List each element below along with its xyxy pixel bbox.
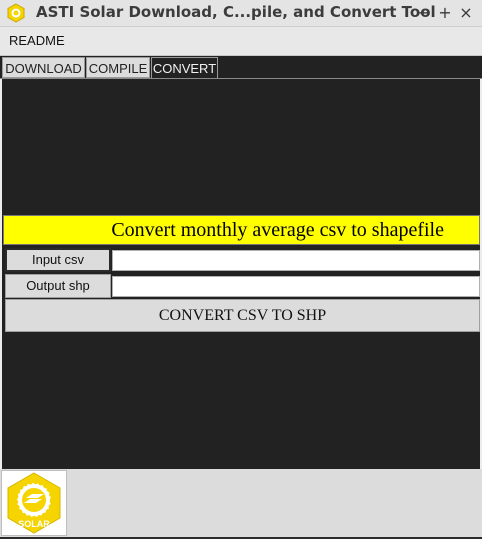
maximize-button[interactable]: +	[435, 2, 455, 24]
title-bar[interactable]: ASTI Solar Download, C...pile, and Conve…	[0, 0, 482, 27]
solar-logo-icon: SOLAR	[7, 472, 61, 534]
menu-bar: README	[0, 27, 482, 56]
window-title: ASTI Solar Download, C...pile, and Conve…	[36, 3, 436, 21]
output-shp-button[interactable]: Output shp	[5, 274, 111, 298]
tab-compile[interactable]: COMPILE	[86, 57, 150, 78]
tab-strip: DOWNLOAD COMPILE CONVERT	[0, 56, 482, 78]
tab-convert[interactable]: CONVERT	[151, 57, 218, 78]
tab-download[interactable]: DOWNLOAD	[2, 57, 85, 78]
convert-heading: Convert monthly average csv to shapefile	[3, 215, 480, 245]
solar-logo: SOLAR	[1, 470, 67, 536]
logo-text: SOLAR	[18, 519, 50, 529]
app-window: ASTI Solar Download, C...pile, and Conve…	[0, 0, 482, 537]
close-button[interactable]: ×	[456, 2, 476, 24]
app-logo-icon	[7, 3, 25, 23]
minimize-button[interactable]: −	[414, 2, 434, 24]
input-csv-button[interactable]: Input csv	[5, 248, 111, 272]
output-shp-field[interactable]	[112, 276, 480, 297]
input-csv-field[interactable]	[112, 250, 480, 271]
footer-area	[0, 469, 482, 537]
convert-csv-to-shp-button[interactable]: CONVERT CSV TO SHP	[5, 299, 480, 332]
menu-readme[interactable]: README	[9, 33, 65, 48]
